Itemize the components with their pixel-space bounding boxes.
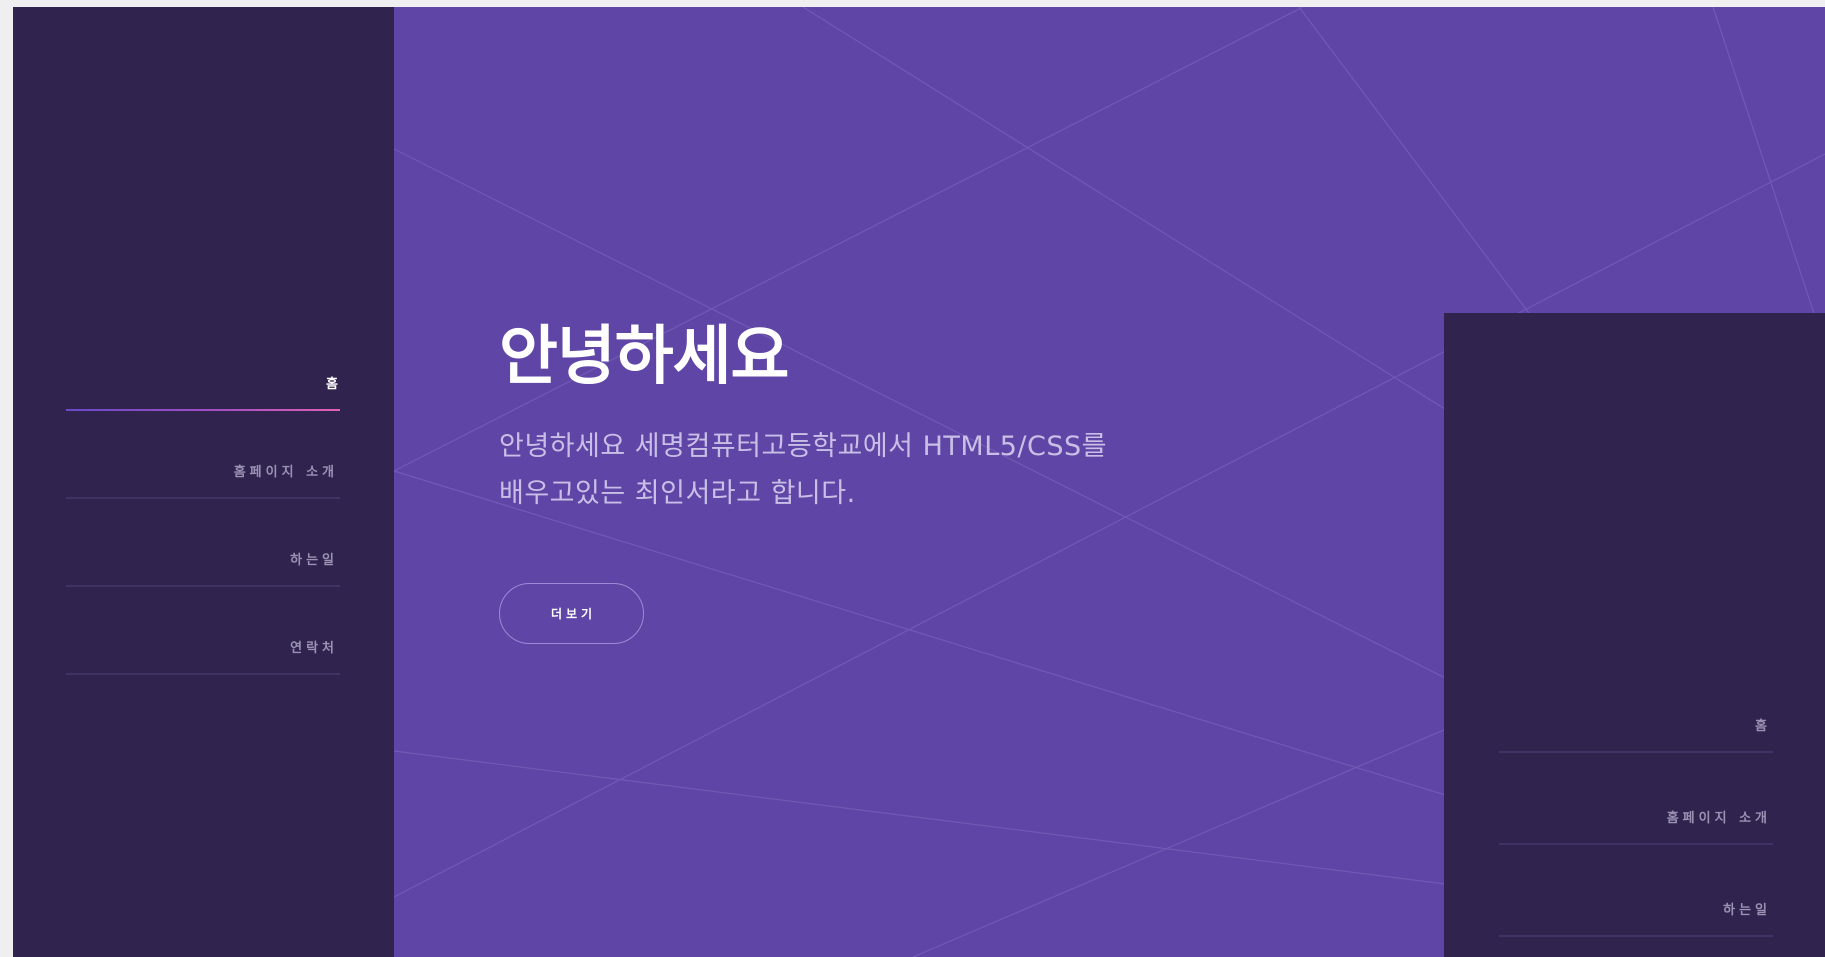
nav-item-label: 연락처 [290, 641, 338, 656]
nav-item-home[interactable]: 홈 [66, 323, 340, 411]
hero-section: 안녕하세요 안녕하세요 세명컴퓨터고등학교에서 HTML5/CSS를 배우고있는… [499, 319, 1199, 517]
nav-item-contact[interactable]: 연락처 [66, 587, 340, 675]
hero-description: 안녕하세요 세명컴퓨터고등학교에서 HTML5/CSS를 배우고있는 최인서라고… [499, 431, 1107, 509]
nav-item-work[interactable]: 하는일 [1499, 845, 1773, 937]
more-button[interactable]: 더보기 [499, 583, 644, 644]
nav-item-label: 홈페이지 소개 [233, 465, 338, 480]
left-nav: 홈 홈페이지 소개 하는일 연락처 [66, 323, 340, 675]
nav-item-work[interactable]: 하는일 [66, 499, 340, 587]
nav-item-about[interactable]: 홈페이지 소개 [66, 411, 340, 499]
nav-item-label: 하는일 [290, 553, 338, 568]
hero-title: 안녕하세요 [499, 320, 789, 394]
nav-item-about[interactable]: 홈페이지 소개 [1499, 753, 1773, 845]
left-sidebar: 홈 홈페이지 소개 하는일 연락처 [13, 7, 394, 957]
page: 홈 홈페이지 소개 하는일 연락처 안녕하세요 안녕하세요 세명컴퓨터고등학교에… [13, 7, 1825, 957]
nav-item-home[interactable]: 홈 [1499, 661, 1773, 753]
nav-item-label: 홈 [326, 377, 338, 392]
right-nav: 홈 홈페이지 소개 하는일 [1499, 661, 1773, 937]
nav-item-label: 홈페이지 소개 [1666, 811, 1771, 826]
nav-item-label: 하는일 [1723, 903, 1771, 918]
right-sidebar: 홈 홈페이지 소개 하는일 [1444, 313, 1825, 957]
nav-item-label: 홈 [1755, 719, 1771, 734]
